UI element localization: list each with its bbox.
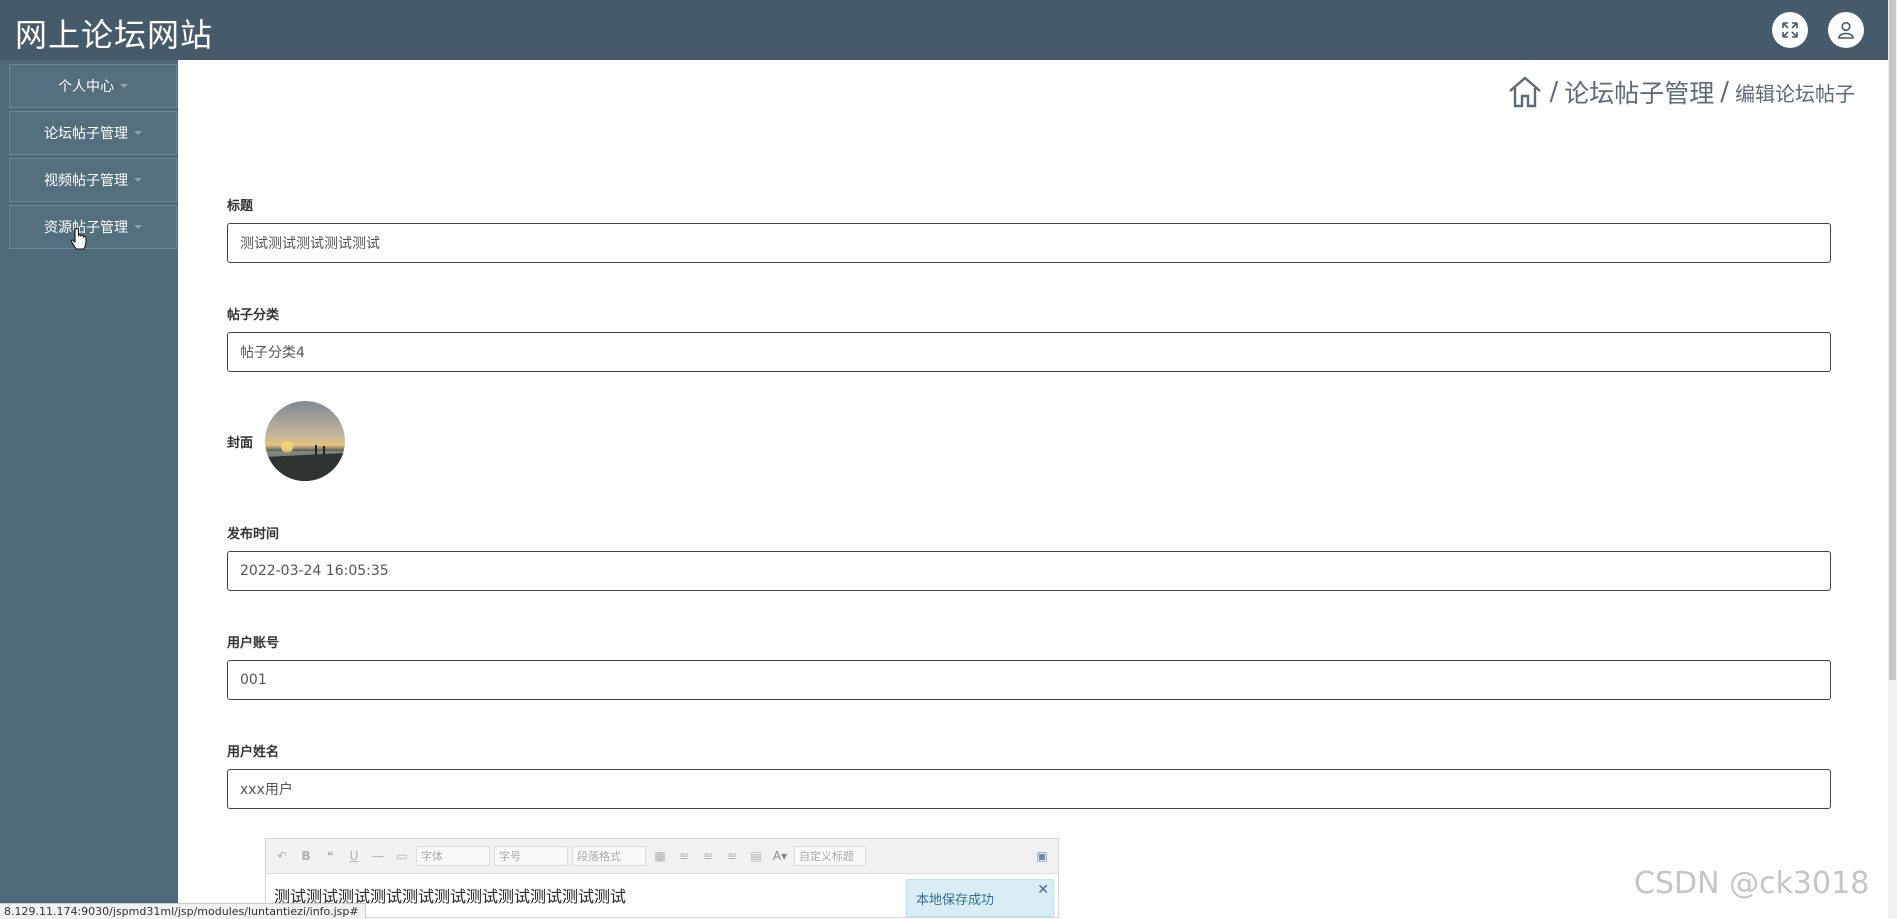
scrollbar-thumb[interactable]	[1889, 0, 1896, 680]
sidebar-item-personal-center[interactable]: 个人中心	[9, 64, 177, 108]
app-title: 网上论坛网站	[15, 16, 214, 54]
csdn-watermark: CSDN @ck3018	[1634, 866, 1870, 901]
toast-message: 本地保存成功	[916, 892, 995, 908]
caret-down-icon	[134, 131, 142, 135]
close-icon[interactable]: ✕	[1037, 882, 1049, 898]
breadcrumb-section[interactable]: 论坛帖子管理	[1564, 74, 1714, 110]
sidebar-item-label: 个人中心	[58, 79, 114, 95]
underline-icon[interactable]: U	[344, 849, 364, 863]
custom-title-select[interactable]: 自定义标题	[794, 846, 866, 866]
sidebar-item-label: 论坛帖子管理	[44, 126, 128, 142]
breadcrumb-current: 编辑论坛帖子	[1735, 81, 1855, 106]
local-save-toast: 本地保存成功 ✕	[906, 879, 1054, 917]
table-icon[interactable]: ▦	[650, 849, 670, 863]
align-left-icon[interactable]: ≡	[674, 849, 694, 863]
editor-toolbar: ↶ B ❝ U — ▭ 字体 字号 段落格式 ▦ ≡ ≡ ≡ ▤ A▾ 自定义标…	[266, 839, 1058, 874]
breadcrumb-separator: /	[1549, 77, 1559, 107]
font-color-icon[interactable]: A▾	[770, 849, 790, 863]
user-name-input[interactable]	[227, 769, 1831, 809]
align-center-icon[interactable]: ≡	[722, 849, 742, 863]
paragraph-format-select[interactable]: 段落格式	[572, 846, 646, 866]
breadcrumb: / 论坛帖子管理 / 编辑论坛帖子	[1507, 74, 1855, 110]
user-icon	[1838, 21, 1854, 39]
caret-down-icon	[134, 178, 142, 182]
undo-icon[interactable]: ↶	[272, 849, 292, 863]
expand-icon	[1782, 22, 1798, 38]
caret-down-icon	[134, 225, 142, 229]
sidebar: 个人中心 论坛帖子管理 视频帖子管理 资源帖子管理	[0, 60, 178, 918]
title-input[interactable]	[227, 223, 1831, 263]
bold-icon[interactable]: B	[296, 849, 316, 863]
publish-time-label: 发布时间	[227, 527, 280, 542]
sidebar-item-forum-posts[interactable]: 论坛帖子管理	[9, 111, 177, 155]
font-size-select[interactable]: 字号	[494, 846, 568, 866]
status-bar-url: 8.129.11.174:9030/jspmd31ml/jsp/modules/…	[0, 903, 366, 919]
sidebar-item-resource-posts[interactable]: 资源帖子管理	[9, 205, 177, 249]
fullscreen-editor-icon[interactable]: ▣	[1032, 849, 1052, 863]
font-family-select[interactable]: 字体	[416, 846, 490, 866]
publish-time-input[interactable]	[227, 551, 1831, 591]
cover-label: 封面	[227, 436, 254, 451]
quote-icon[interactable]: ❝	[320, 849, 340, 863]
cover-image[interactable]	[265, 401, 345, 481]
align-right-icon[interactable]: ≡	[698, 849, 718, 863]
sidebar-item-label: 视频帖子管理	[44, 173, 128, 189]
category-input[interactable]	[227, 332, 1831, 372]
mouse-cursor-icon	[70, 228, 87, 250]
document-icon[interactable]: ▭	[392, 849, 412, 863]
caret-down-icon	[120, 84, 128, 88]
cover-sunset-image	[265, 401, 345, 481]
home-icon[interactable]	[1507, 75, 1543, 109]
user-account-input[interactable]	[227, 660, 1831, 700]
breadcrumb-separator: /	[1720, 77, 1729, 107]
user-account-label: 用户账号	[227, 636, 280, 651]
rich-text-editor: ↶ B ❝ U — ▭ 字体 字号 段落格式 ▦ ≡ ≡ ≡ ▤ A▾ 自定义标…	[265, 838, 1059, 918]
top-header: 网上论坛网站	[0, 0, 1888, 60]
user-button[interactable]	[1828, 12, 1864, 48]
horizontal-rule-icon[interactable]: —	[368, 849, 388, 863]
sidebar-item-video-posts[interactable]: 视频帖子管理	[9, 158, 177, 202]
title-label: 标题	[227, 199, 254, 214]
user-name-label: 用户姓名	[227, 745, 280, 760]
category-label: 帖子分类	[227, 308, 280, 323]
justify-icon[interactable]: ▤	[746, 849, 766, 863]
fullscreen-button[interactable]	[1772, 12, 1808, 48]
